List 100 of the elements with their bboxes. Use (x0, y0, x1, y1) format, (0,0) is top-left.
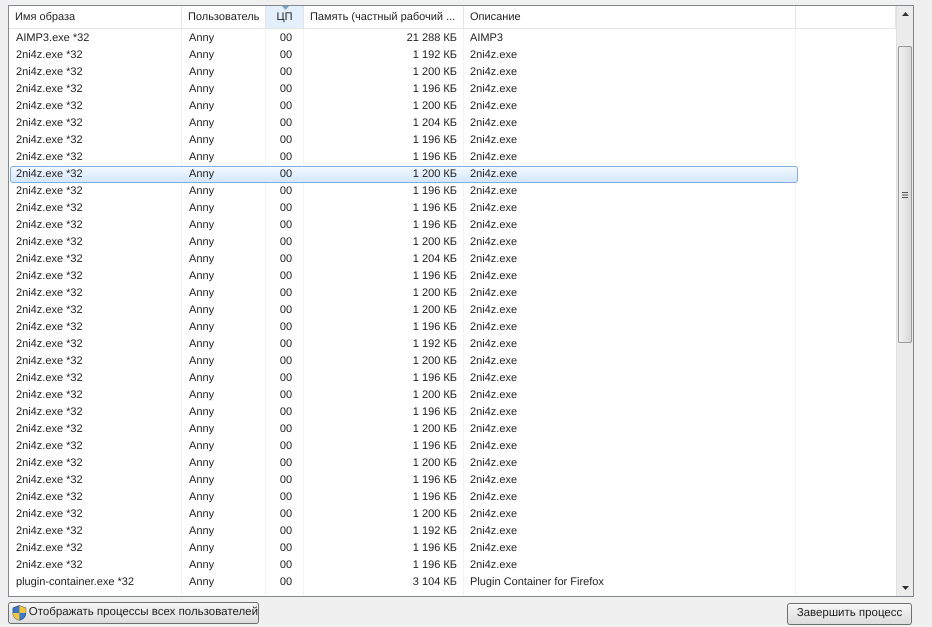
table-cell-text: 1 200 КБ (412, 354, 458, 370)
column-header[interactable]: Память (частный рабочий ... (304, 6, 464, 28)
process-row[interactable]: 2ni4z.exe *32 Anny 00 1 196 КБ 2ni4z.exe (10, 489, 798, 506)
process-row[interactable]: 2ni4z.exe *32 Anny 00 1 200 КБ 2ni4z.exe (10, 506, 798, 523)
table-cell-text: 2ni4z.exe *32 (15, 184, 84, 200)
table-cell-text: 2ni4z.exe (469, 65, 518, 80)
process-row[interactable]: 2ni4z.exe *32 Anny 00 1 192 КБ 2ni4z.exe (10, 47, 798, 64)
scroll-down-icon[interactable] (902, 586, 908, 590)
process-row[interactable]: 2ni4z.exe *32 Anny 00 1 200 КБ 2ni4z.exe (10, 353, 798, 370)
table-cell-text: Anny (188, 456, 216, 472)
table-cell-text: AIMP3.exe *32 (15, 31, 90, 46)
table-cell-text: 00 (278, 65, 294, 80)
process-row[interactable]: 2ni4z.exe *32 Anny 00 1 196 КБ 2ni4z.exe (10, 200, 798, 217)
process-row[interactable]: plugin-container.exe *32 Anny 00 3 104 КБ Plugin Container for Firefox (10, 574, 798, 591)
table-cell-text: 2ni4z.exe *32 (15, 252, 84, 268)
table-cell-text: 2ni4z.exe (469, 439, 518, 454)
table-cell-text: 2ni4z.exe (469, 320, 518, 336)
column-header[interactable]: ЦП (266, 6, 304, 28)
table-cell-text: Anny (188, 48, 216, 64)
table-cell-text: 1 200 КБ (412, 422, 458, 438)
table-cell-text: 1 196 КБ (412, 269, 458, 284)
table-cell-text: 1 200 КБ (412, 99, 458, 114)
table-cell-text: 00 (278, 422, 294, 438)
process-row[interactable]: 2ni4z.exe *32 Anny 00 1 200 КБ 2ni4z.exe (10, 166, 798, 183)
table-cell-text: 2ni4z.exe *32 (15, 388, 84, 404)
process-row[interactable]: 2ni4z.exe *32 Anny 00 1 196 КБ 2ni4z.exe (10, 438, 798, 455)
process-row[interactable]: 2ni4z.exe *32 Anny 00 1 196 КБ 2ni4z.exe (10, 132, 798, 149)
table-cell-text: Anny (188, 235, 216, 250)
process-row[interactable]: 2ni4z.exe *32 Anny 00 1 200 КБ 2ni4z.exe (10, 455, 798, 472)
column-header[interactable]: Описание (464, 6, 796, 28)
end-process-button[interactable]: Завершить процесс (787, 603, 912, 625)
process-row[interactable]: 2ni4z.exe *32 Anny 00 1 200 КБ 2ni4z.exe (10, 64, 798, 81)
table-cell-text: Anny (188, 405, 216, 420)
table-cell-text: 2ni4z.exe *32 (15, 541, 84, 556)
table-cell-text: 00 (278, 235, 294, 250)
table-cell-text: 2ni4z.exe (469, 524, 518, 540)
table-cell-text: 00 (278, 490, 294, 506)
table-cell-text: 00 (278, 303, 294, 318)
process-row[interactable]: 2ni4z.exe *32 Anny 00 1 204 КБ 2ni4z.exe (10, 251, 798, 268)
process-row[interactable]: 2ni4z.exe *32 Anny 00 1 196 КБ 2ni4z.exe (10, 557, 798, 574)
table-cell-text: 1 200 КБ (412, 286, 458, 302)
table-cell-text: 2ni4z.exe *32 (15, 405, 84, 420)
table-cell-text: 2ni4z.exe *32 (15, 235, 84, 250)
process-row[interactable]: 2ni4z.exe *32 Anny 00 1 200 КБ 2ni4z.exe (10, 421, 798, 438)
table-cell-text: Anny (188, 218, 216, 234)
process-row[interactable]: 2ni4z.exe *32 Anny 00 1 196 КБ 2ni4z.exe (10, 370, 798, 387)
table-cell-text: 2ni4z.exe *32 (15, 269, 84, 284)
table-cell-text: 2ni4z.exe (469, 507, 518, 522)
table-cell-text: 1 204 КБ (412, 252, 458, 268)
table-cell-text: 2ni4z.exe *32 (15, 558, 84, 574)
table-cell-text: 2ni4z.exe (469, 354, 518, 370)
table-cell-text: 2ni4z.exe *32 (15, 48, 84, 64)
process-row[interactable]: 2ni4z.exe *32 Anny 00 1 196 КБ 2ni4z.exe (10, 217, 798, 234)
process-row[interactable]: 2ni4z.exe *32 Anny 00 1 196 КБ 2ni4z.exe (10, 183, 798, 200)
table-cell-text: 00 (278, 558, 294, 574)
process-row[interactable]: 2ni4z.exe *32 Anny 00 1 196 КБ 2ni4z.exe (10, 81, 798, 98)
table-cell-text: 2ni4z.exe (469, 235, 518, 250)
table-cell-text: 00 (278, 201, 294, 216)
process-row[interactable]: 2ni4z.exe *32 Anny 00 1 196 КБ 2ni4z.exe (10, 149, 798, 166)
table-cell-text: 2ni4z.exe (469, 82, 518, 98)
table-cell-text: 2ni4z.exe *32 (15, 116, 84, 132)
table-cell-text: 00 (278, 252, 294, 268)
table-cell-text: 2ni4z.exe *32 (15, 524, 84, 540)
table-cell-text: 1 192 КБ (412, 48, 458, 64)
table-cell-text: Anny (188, 422, 216, 438)
process-row[interactable]: 2ni4z.exe *32 Anny 00 1 196 КБ 2ni4z.exe (10, 268, 798, 285)
process-row[interactable]: 2ni4z.exe *32 Anny 00 1 200 КБ 2ni4z.exe (10, 302, 798, 319)
process-row[interactable]: 2ni4z.exe *32 Anny 00 1 200 КБ 2ni4z.exe (10, 234, 798, 251)
table-cell-text: 1 200 КБ (412, 507, 458, 522)
table-cell-text: Anny (188, 99, 216, 114)
sort-arrow-icon (282, 6, 289, 10)
process-row[interactable]: 2ni4z.exe *32 Anny 00 1 196 КБ 2ni4z.exe (10, 472, 798, 489)
table-cell-text: 1 200 КБ (412, 65, 458, 80)
process-row[interactable]: 2ni4z.exe *32 Anny 00 1 204 КБ 2ni4z.exe (10, 115, 798, 132)
process-row[interactable]: 2ni4z.exe *32 Anny 00 1 196 КБ 2ni4z.exe (10, 319, 798, 336)
process-row[interactable]: 2ni4z.exe *32 Anny 00 1 192 КБ 2ni4z.exe (10, 523, 798, 540)
scroll-thumb[interactable] (898, 46, 912, 343)
process-row[interactable]: 2ni4z.exe *32 Anny 00 1 196 КБ 2ni4z.exe (10, 404, 798, 421)
table-cell-text: 2ni4z.exe (469, 150, 518, 166)
table-cell-text: 00 (278, 320, 294, 336)
scrollbar[interactable] (896, 6, 913, 596)
table-cell-text: 2ni4z.exe *32 (15, 99, 84, 114)
process-row[interactable]: 2ni4z.exe *32 Anny 00 1 200 КБ 2ni4z.exe (10, 98, 798, 115)
process-row[interactable]: 2ni4z.exe *32 Anny 00 1 200 КБ 2ni4z.exe (10, 387, 798, 404)
shield-icon (12, 605, 27, 621)
table-cell-text: 1 200 КБ (412, 167, 458, 182)
table-cell-text: Anny (188, 439, 216, 454)
table-cell-text: Anny (188, 371, 216, 386)
table-cell-text: 1 196 КБ (412, 201, 458, 216)
show-all-users-button[interactable]: Отображать процессы всех пользователей (8, 602, 259, 624)
process-row[interactable]: AIMP3.exe *32 Anny 00 21 288 КБ AIMP3 (10, 30, 798, 47)
process-row[interactable]: 2ni4z.exe *32 Anny 00 1 192 КБ 2ni4z.exe (10, 336, 798, 353)
process-row[interactable]: 2ni4z.exe *32 Anny 00 1 196 КБ 2ni4z.exe (10, 540, 798, 557)
scroll-up-icon[interactable] (902, 12, 908, 16)
column-header[interactable]: Имя образа (9, 6, 182, 28)
table-cell-text: 00 (278, 456, 294, 472)
table-cell-text: 2ni4z.exe (469, 252, 518, 268)
table-cell-text: Anny (188, 269, 216, 284)
process-row[interactable]: 2ni4z.exe *32 Anny 00 1 200 КБ 2ni4z.exe (10, 285, 798, 302)
table-cell-text: 00 (278, 439, 294, 454)
